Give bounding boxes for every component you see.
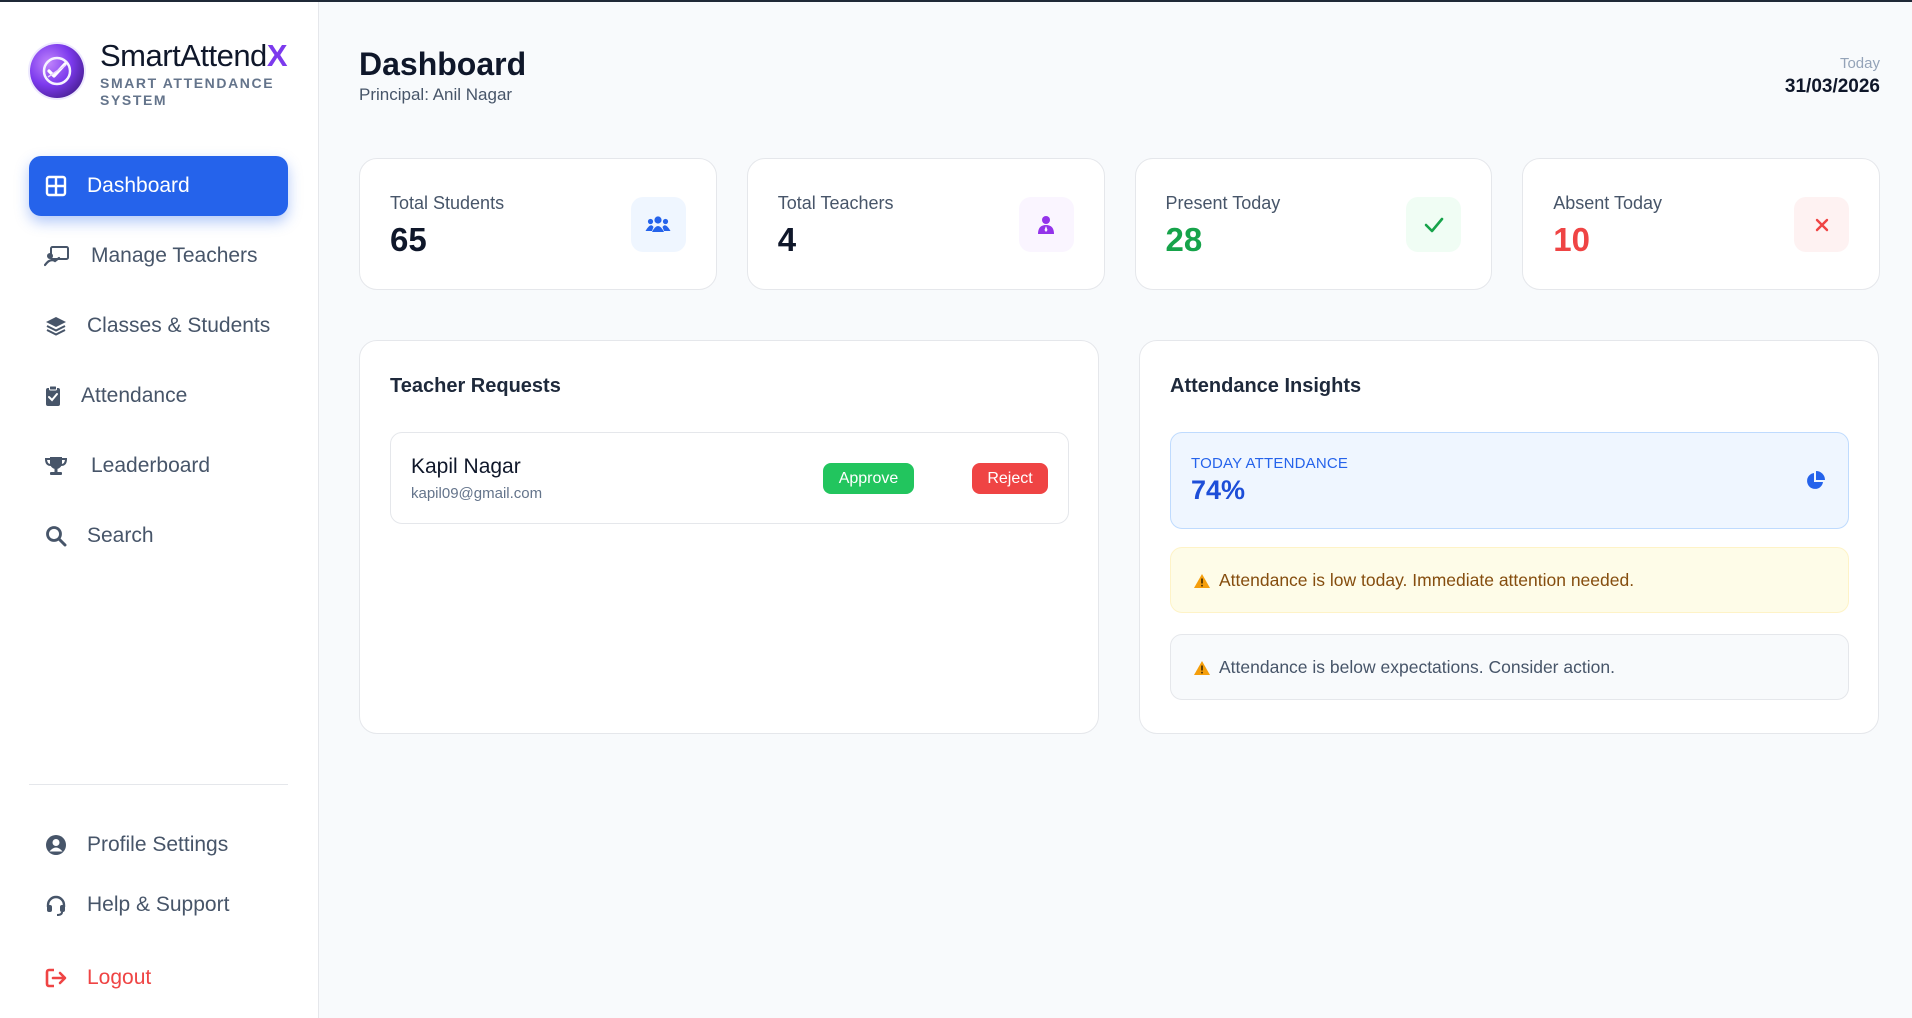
main-content: Dashboard Principal: Anil Nagar Today 31… [320,2,1912,1018]
sidebar-item-label: Leaderboard [91,454,211,477]
clipboard-check-icon [43,383,63,409]
sidebar-item-dashboard[interactable]: Dashboard [29,156,288,216]
sidebar-item-label: Profile Settings [87,833,229,856]
sidebar-item-label: Help & Support [87,893,230,916]
sidebar-item-label: Search [87,524,154,547]
reject-button[interactable]: Reject [972,463,1048,494]
brand-logo-icon [30,44,84,98]
brand-subtitle: SMART ATTENDANCE SYSTEM [100,75,275,108]
stat-value: 28 [1165,221,1203,258]
alert-text: Attendance is below expectations. Consid… [1219,657,1615,677]
stat-card-present-today: Present Today 28 [1134,158,1493,290]
logout-label: Logout [87,966,152,989]
date-value: 31/03/2026 [1784,76,1880,97]
attendance-insights-panel: Attendance Insights TODAY ATTENDANCE 74%… [1139,340,1879,734]
today-attendance-value: 74% [1191,475,1246,505]
low-attendance-alert: Attendance is low today. Immediate atten… [1170,547,1849,613]
grid-icon [43,173,69,199]
trophy-icon [43,453,69,479]
panel-title: Teacher Requests [390,375,561,397]
brand[interactable]: SmartAttendX SMART ATTENDANCE SYSTEM [30,38,288,109]
stat-value: 10 [1553,221,1590,258]
check-icon [1406,197,1462,252]
sidebar-bottom-nav: Profile Settings Help & Support [29,817,288,937]
sidebar-item-search[interactable]: Search [29,506,288,566]
today-attendance-card: TODAY ATTENDANCE 74% [1170,432,1849,529]
stat-card-total-teachers: Total Teachers 4 [746,158,1105,290]
sidebar-item-label: Classes & Students [87,314,271,337]
stat-label: Total Teachers [777,193,894,213]
sidebar-item-manage-teachers[interactable]: Manage Teachers [29,226,288,286]
sidebar-nav: Dashboard Manage Teachers Classes & Stud… [29,156,288,576]
sidebar-item-help-support[interactable]: Help & Support [29,877,288,933]
layers-icon [43,313,69,339]
request-email: kapil09@gmail.com [411,485,543,502]
sidebar-item-leaderboard[interactable]: Leaderboard [29,436,288,496]
date-label: Today [1839,55,1880,72]
sidebar-item-label: Dashboard [87,174,190,197]
today-attendance-label: TODAY ATTENDANCE [1191,455,1349,472]
user-circle-icon [43,832,69,858]
sidebar-logout: Logout [29,948,288,1018]
sidebar-divider [29,784,288,785]
stat-card-absent-today: Absent Today 10 [1522,158,1880,290]
pie-chart-icon [1804,470,1826,497]
alert-text: Attendance is low today. Immediate atten… [1219,570,1635,590]
logout-button[interactable]: Logout [29,948,288,1008]
stat-card-total-students: Total Students 65 [359,158,717,290]
stat-label: Absent Today [1553,193,1662,213]
teacher-requests-panel: Teacher Requests Kapil Nagar kapil09@gma… [359,340,1099,734]
logout-icon [43,965,69,991]
stats-row: Total Students 65 Total Teachers 4 Prese… [359,158,1880,290]
stat-value: 4 [777,221,797,258]
brand-name: SmartAttendX [100,38,288,73]
page-title: Dashboard [359,46,527,82]
chalkboard-teacher-icon [43,243,71,269]
page-subtitle: Principal: Anil Nagar [359,85,513,104]
warning-icon [1193,660,1211,676]
teacher-icon [1018,197,1074,252]
sidebar-item-classes-students[interactable]: Classes & Students [29,296,288,356]
teacher-request-row: Kapil Nagar kapil09@gmail.com Approve Re… [390,432,1069,524]
approve-button[interactable]: Approve [823,463,914,494]
search-icon [43,523,69,549]
panel-title: Attendance Insights [1170,375,1362,397]
sidebar-item-label: Attendance [81,384,188,407]
request-name: Kapil Nagar [411,455,521,478]
headset-icon [43,892,69,918]
sidebar: SmartAttendX SMART ATTENDANCE SYSTEM Das… [0,2,319,1018]
warning-icon [1193,573,1211,589]
sidebar-item-profile-settings[interactable]: Profile Settings [29,817,288,873]
stat-label: Present Today [1165,193,1281,213]
sidebar-item-attendance[interactable]: Attendance [29,366,288,426]
sidebar-item-label: Manage Teachers [91,244,258,267]
below-expectations-alert: Attendance is below expectations. Consid… [1170,634,1849,700]
stat-label: Total Students [390,193,505,213]
x-icon [1794,197,1849,252]
users-icon [630,197,686,252]
stat-value: 65 [390,221,427,258]
